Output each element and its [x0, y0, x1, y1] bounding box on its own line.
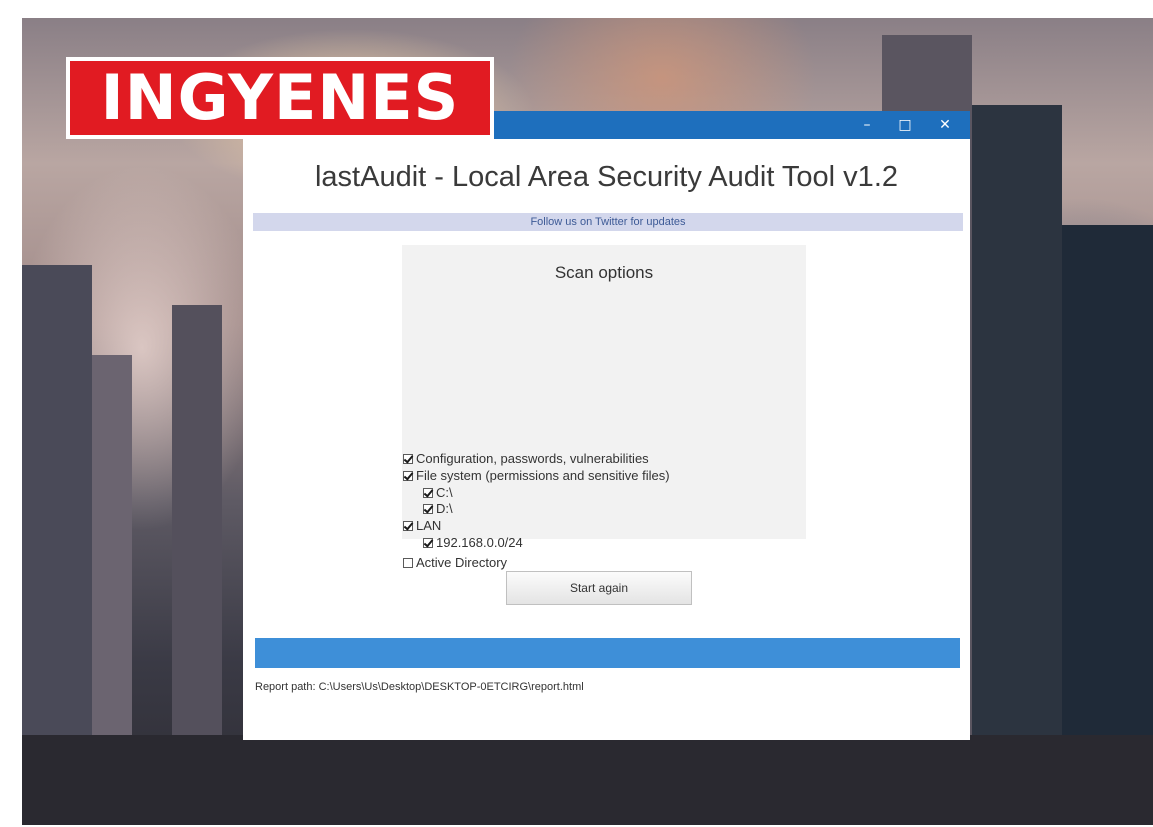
option-drive-d[interactable]: D:\ — [423, 501, 453, 517]
option-label: LAN — [416, 518, 442, 533]
minimize-button[interactable]: – — [850, 111, 884, 139]
window-titlebar[interactable]: – □ ✕ — [494, 111, 970, 139]
checkbox-configuration[interactable] — [403, 454, 413, 464]
checkbox-drive-d[interactable] — [423, 504, 433, 514]
scan-options-title: Scan options — [554, 263, 654, 282]
checkbox-active-directory[interactable] — [403, 558, 413, 568]
start-again-button[interactable]: Start again — [506, 571, 692, 605]
checkbox-subnet[interactable] — [423, 538, 433, 548]
checkbox-file-system[interactable] — [403, 471, 413, 481]
option-label: D:\ — [436, 501, 453, 516]
checkbox-lan[interactable] — [403, 521, 413, 531]
scan-options-panel: Scan options Configuration, passwords, v… — [402, 245, 806, 570]
city-building — [972, 105, 1062, 825]
option-lan[interactable]: LAN — [403, 518, 441, 534]
option-configuration[interactable]: Configuration, passwords, vulnerabilitie… — [403, 451, 649, 467]
city-building — [22, 735, 1153, 825]
twitter-link[interactable]: Follow us on Twitter for updates — [253, 213, 963, 231]
option-drive-c[interactable]: C:\ — [423, 485, 453, 501]
option-label: Active Directory — [416, 555, 508, 570]
progress-bar — [255, 638, 960, 668]
checkbox-drive-c[interactable] — [423, 488, 433, 498]
option-subnet[interactable]: 192.168.0.0/24 — [423, 535, 523, 551]
ingyenes-banner: INGYENES — [66, 57, 494, 139]
close-button[interactable]: ✕ — [928, 111, 962, 139]
option-file-system[interactable]: File system (permissions and sensitive f… — [403, 468, 670, 484]
option-active-directory[interactable]: Active Directory — [403, 555, 507, 571]
report-path: Report path: C:\Users\Us\Desktop\DESKTOP… — [255, 681, 584, 693]
option-label: Configuration, passwords, vulnerabilitie… — [416, 451, 649, 466]
maximize-button[interactable]: □ — [888, 111, 922, 139]
option-label: C:\ — [436, 485, 453, 500]
option-label: 192.168.0.0/24 — [436, 535, 523, 550]
option-label: File system (permissions and sensitive f… — [416, 468, 670, 483]
app-title: lastAudit - Local Area Security Audit To… — [314, 161, 899, 193]
app-window: lastAudit - Local Area Security Audit To… — [243, 139, 970, 740]
